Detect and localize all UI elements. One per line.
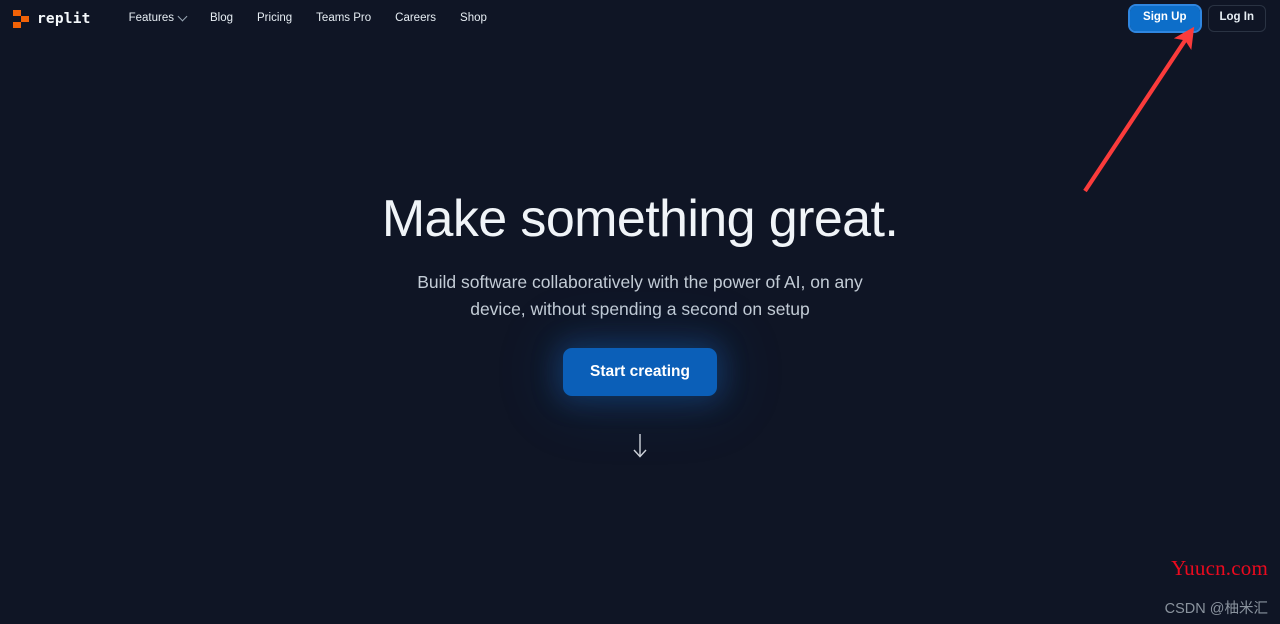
nav-item-features[interactable]: Features (117, 7, 198, 31)
nav-actions: Sign Up Log In (1128, 4, 1270, 33)
nav-item-shop[interactable]: Shop (448, 7, 499, 31)
nav-item-careers[interactable]: Careers (383, 7, 448, 31)
brand-logo[interactable]: replit (13, 9, 91, 28)
nav-links: Features Blog Pricing Teams Pro Careers … (117, 7, 499, 31)
nav-item-label: Pricing (257, 11, 293, 24)
nav-item-label: Blog (209, 11, 234, 24)
arrow-down-icon[interactable] (630, 433, 650, 459)
nav-item-blog[interactable]: Blog (198, 7, 245, 31)
sign-up-button[interactable]: Sign Up (1128, 4, 1202, 33)
nav-item-label: Careers (395, 11, 437, 24)
hero-section: Make something great. Build software col… (0, 0, 1280, 624)
chevron-down-icon (177, 11, 188, 22)
log-in-button[interactable]: Log In (1207, 5, 1266, 32)
csdn-credit-watermark: CSDN @柚米汇 (1164, 601, 1268, 617)
hero-subtitle: Build software collaboratively with the … (417, 272, 863, 319)
nav-item-label: Features (128, 11, 174, 24)
nav-item-label: Teams Pro (316, 11, 372, 24)
nav-item-teams-pro[interactable]: Teams Pro (304, 7, 383, 31)
site-watermark: Yuucn.com (1171, 556, 1268, 580)
page-title: Make something great. (381, 190, 899, 248)
brand-name-label: replit (37, 10, 91, 27)
top-navigation-bar: replit Features Blog Pricing Teams Pro C… (0, 0, 1280, 37)
start-creating-button[interactable]: Start creating (563, 348, 717, 396)
nav-item-pricing[interactable]: Pricing (245, 7, 304, 31)
cta-container: Start creating (563, 348, 717, 396)
nav-item-label: Shop (460, 11, 487, 24)
replit-logo-icon (13, 9, 30, 28)
